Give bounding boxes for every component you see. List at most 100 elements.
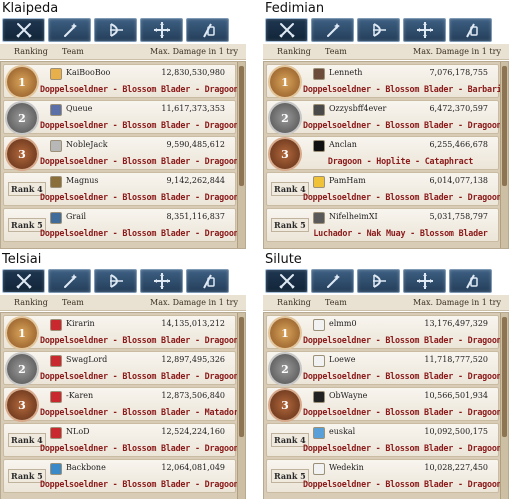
class-combo: Doppelsoeldner - Blossom Blader - Dragoo… xyxy=(303,335,502,345)
class-combo: Doppelsoeldner - Blossom Blader - Dragoo… xyxy=(303,443,502,453)
ranking-row[interactable]: 3 NobleJack 9,590,485,612 Doppelsoeldner - … xyxy=(3,136,239,170)
ranking-row[interactable]: Rank 4 Magnus 9,142,262,844 Doppelsoeldner … xyxy=(3,172,239,206)
player-avatar-icon xyxy=(313,212,325,224)
team-header: Team xyxy=(325,47,347,56)
leaderboard-panel: Telsiai Ranking Team Max. Damage in 1 try 1 K… xyxy=(0,251,246,499)
ranking-row[interactable]: Rank 5 Grail 8,351,116,837 Doppelsoeldner -… xyxy=(3,208,239,242)
class-tab[interactable] xyxy=(2,18,45,42)
class-combo: Doppelsoeldner - Blossom Blader - Dragoo… xyxy=(40,156,239,166)
team-header: Team xyxy=(325,298,347,307)
player-name: KaiBooBoo xyxy=(66,68,111,77)
max-damage: 7,076,178,755 xyxy=(429,68,488,77)
class-tab[interactable] xyxy=(48,18,91,42)
ranking-list: 1 KaiBooBoo 12,830,530,980 Doppelsoeldner -… xyxy=(0,61,246,249)
ranking-row[interactable]: 3 Anclan 6,255,466,678 Dragoon - Hoplite - … xyxy=(266,136,499,170)
scrollbar-thumb[interactable] xyxy=(239,317,244,437)
max-damage: 13,176,497,329 xyxy=(424,319,488,328)
class-combo: Doppelsoeldner - Blossom Blader - Dragoo… xyxy=(40,479,239,489)
rank-medal-icon: 1 xyxy=(7,67,37,97)
scrollbar[interactable] xyxy=(500,313,508,499)
class-tab[interactable] xyxy=(403,269,446,293)
class-combo: Doppelsoeldner - Blossom Blader - Dragoo… xyxy=(303,192,502,202)
class-tab[interactable] xyxy=(403,18,446,42)
ranking-row[interactable]: 1 Kirarin 14,135,013,212 Doppelsoeldner - B… xyxy=(3,315,239,349)
class-combo: Doppelsoeldner - Blossom Blader - Dragoo… xyxy=(40,84,239,94)
max-damage: 10,028,227,450 xyxy=(424,463,488,472)
max-damage: 12,524,224,160 xyxy=(161,427,225,436)
class-tab[interactable] xyxy=(449,18,492,42)
class-tab[interactable] xyxy=(48,269,91,293)
ranking-row[interactable]: Rank 5 Backbone 12,064,081,049 Doppelsoeldn… xyxy=(3,459,239,493)
player-name: SwagLord xyxy=(66,355,108,364)
class-tab[interactable] xyxy=(311,269,354,293)
scrollbar-thumb[interactable] xyxy=(502,66,507,186)
ranking-header: Ranking xyxy=(277,47,311,56)
ranking-row[interactable]: Rank 5 NifelheimXI 5,031,758,797 Luchador -… xyxy=(266,208,499,242)
class-combo: Doppelsoeldner - Blossom Blader - Dragoo… xyxy=(40,443,239,453)
player-name: PamHam xyxy=(329,176,366,185)
class-tab[interactable] xyxy=(140,18,183,42)
class-tab[interactable] xyxy=(2,269,45,293)
scrollbar-thumb[interactable] xyxy=(239,66,244,186)
ranking-row[interactable]: 1 KaiBooBoo 12,830,530,980 Doppelsoeldner -… xyxy=(3,64,239,98)
class-tab[interactable] xyxy=(449,269,492,293)
column-header: Ranking Team Max. Damage in 1 try xyxy=(263,44,509,60)
player-name: Kirarin xyxy=(66,319,95,328)
region-title: Fedimian xyxy=(265,1,325,16)
scrollbar[interactable] xyxy=(500,62,508,248)
player-name: Lenneth xyxy=(329,68,363,77)
ranking-row[interactable]: 2 Ozzysbff4ever 6,472,370,597 Doppelsoeldne… xyxy=(266,100,502,134)
player-name: elmm0 xyxy=(329,319,357,328)
class-combo: Doppelsoeldner - Blossom Blader - Dragoo… xyxy=(40,228,239,238)
max-damage: 10,092,500,175 xyxy=(424,427,488,436)
class-tab[interactable] xyxy=(357,18,400,42)
class-tab[interactable] xyxy=(265,18,308,42)
class-tab[interactable] xyxy=(265,269,308,293)
ranking-row[interactable]: Rank 5 Wedekin 10,028,227,450 Doppelsoeldne… xyxy=(266,459,502,493)
ranking-row[interactable]: 3 ObWayne 10,566,501,934 Doppelsoeldner - B… xyxy=(266,387,502,421)
region-title: Silute xyxy=(265,252,302,267)
player-avatar-icon xyxy=(50,140,62,152)
rank-medal-icon: 3 xyxy=(7,139,37,169)
ranking-row[interactable]: Rank 4 PamHam 6,014,077,138 Doppelsoeldner … xyxy=(266,172,502,206)
max-damage: 14,135,013,212 xyxy=(161,319,225,328)
player-avatar-icon xyxy=(313,104,325,116)
ranking-row[interactable]: 2 SwagLord 12,897,495,326 Doppelsoeldner - … xyxy=(3,351,239,385)
player-name: Magnus xyxy=(66,176,99,185)
class-combo: Doppelsoeldner - Blossom Blader - Dragoo… xyxy=(40,192,239,202)
ranking-row[interactable]: 1 Lenneth 7,076,178,755 Doppelsoeldner - Bl… xyxy=(266,64,508,98)
player-avatar-icon xyxy=(313,355,325,367)
class-tab[interactable] xyxy=(94,18,137,42)
max-damage: 6,472,370,597 xyxy=(429,104,488,113)
ranking-row[interactable]: 1 elmm0 13,176,497,329 Doppelsoeldner - Blo… xyxy=(266,315,502,349)
class-tab[interactable] xyxy=(94,269,137,293)
player-avatar-icon xyxy=(313,140,325,152)
player-name: ObWayne xyxy=(329,391,368,400)
ranking-row[interactable]: 2 Queue 11,617,373,353 Doppelsoeldner - Blo… xyxy=(3,100,239,134)
class-tab[interactable] xyxy=(186,18,229,42)
scrollbar[interactable] xyxy=(237,62,245,248)
region-title: Telsiai xyxy=(2,252,42,267)
player-avatar-icon xyxy=(50,391,62,403)
ranking-row[interactable]: Rank 4 NLoD 12,524,224,160 Doppelsoeldner -… xyxy=(3,423,239,457)
damage-header: Max. Damage in 1 try xyxy=(150,47,238,56)
scroll-staff-icon xyxy=(202,274,215,289)
player-avatar-icon xyxy=(313,319,325,331)
class-tab[interactable] xyxy=(186,269,229,293)
scrollbar-thumb[interactable] xyxy=(502,317,507,437)
player-avatar-icon xyxy=(313,391,325,403)
ranking-row[interactable]: 3 -Karen 12,873,506,840 Doppelsoeldner - Bl… xyxy=(3,387,239,421)
class-tab[interactable] xyxy=(311,18,354,42)
class-combo: Doppelsoeldner - Blossom Blader - Dragoo… xyxy=(303,407,502,417)
class-combo: Doppelsoeldner - Blossom Blader - Dragoo… xyxy=(303,371,502,381)
bow-icon xyxy=(109,23,123,37)
crosshair-icon xyxy=(153,273,170,289)
class-tab[interactable] xyxy=(140,269,183,293)
crossed-swords-icon xyxy=(278,274,295,289)
class-tab[interactable] xyxy=(357,269,400,293)
scrollbar[interactable] xyxy=(237,313,245,499)
player-avatar-icon xyxy=(313,463,325,475)
class-combo: Luchador - Nak Muay - Blossom Blader xyxy=(313,228,488,238)
ranking-row[interactable]: 2 Loewe 11,718,777,520 Doppelsoeldner - Blo… xyxy=(266,351,502,385)
ranking-row[interactable]: Rank 4 euskal 10,092,500,175 Doppelsoeldner… xyxy=(266,423,502,457)
